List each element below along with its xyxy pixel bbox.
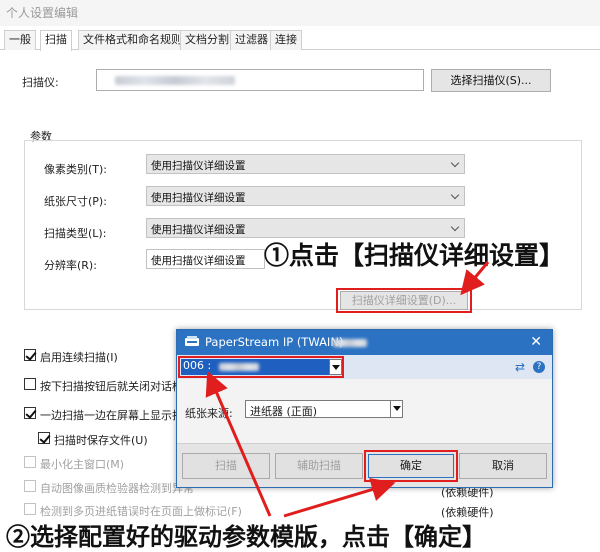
arrow-step2-driver xyxy=(205,370,272,517)
arrow-step2-ok xyxy=(283,477,396,518)
annotation-step2: ②选择配置好的驱动参数模版，点击【确定】 xyxy=(6,522,486,551)
arrow-step1 xyxy=(460,261,490,296)
annotation-arrows xyxy=(205,261,490,518)
